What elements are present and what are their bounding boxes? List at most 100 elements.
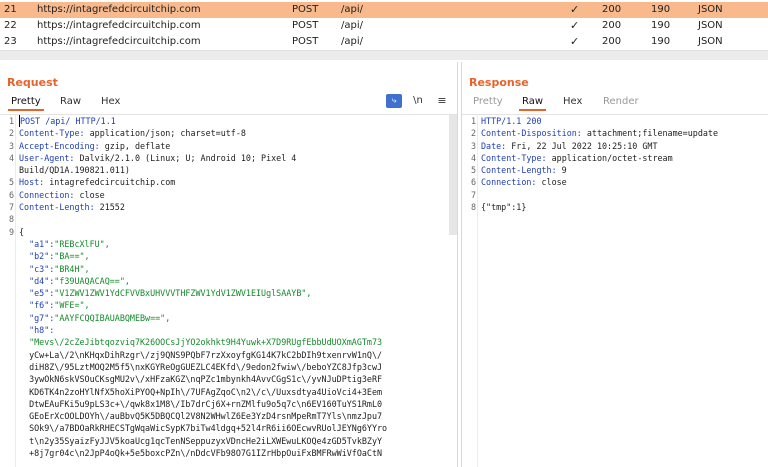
request-tab-pretty[interactable]: Pretty — [8, 96, 44, 111]
line-number: 1 — [470, 116, 476, 126]
code-key: Content-Type: — [19, 128, 85, 139]
code-line: 7 Content-Length: 21552 — [0, 201, 457, 213]
code-value: application/octet-stream — [546, 152, 673, 163]
code-key: Content-Length: — [19, 202, 95, 213]
code-line: 6 Connection: close — [462, 176, 768, 188]
line-number: 2 — [470, 128, 476, 139]
code-value: application/json; charset=utf-8 — [84, 128, 246, 139]
response-tab-render[interactable]: Render — [603, 96, 639, 107]
code-line: 9{ — [0, 226, 457, 238]
response-editor[interactable]: 1 HTTP/1.1 200 2 Content-Disposition: attac… — [462, 115, 768, 467]
code-key: POST /api/ HTTP/1.1 — [20, 116, 116, 126]
code-value: t\n2y35SyaizFyJJV5koaUcg1qcTenNSeppuzyxV… — [19, 435, 383, 446]
history-row[interactable]: 21 https://intagrefedcircuitchip.com POST /… — [0, 2, 768, 18]
line-number: 1 — [8, 116, 14, 126]
code-line: diH8Z\/95LztMOQ2M5f5\nxKGYReOgGUEZLC4EKf… — [0, 361, 457, 373]
response-tab-hex[interactable]: Hex — [563, 96, 582, 107]
line-number: 6 — [470, 177, 476, 188]
code-line: 2 Content-Disposition: attachment;filenam… — [462, 127, 768, 139]
code-value: "BA==", — [54, 251, 90, 262]
code-value: "BR4H", — [54, 263, 90, 274]
code-key: Connection: — [481, 177, 537, 188]
row-status: 200 — [602, 36, 622, 47]
code-value: Fri, 22 Jul 2022 10:25:10 GMT — [506, 140, 658, 151]
code-line: 8 — [0, 213, 457, 225]
code-line: "b2":"BA==", — [0, 250, 457, 262]
history-table: 21 https://intagrefedcircuitchip.com POST /… — [0, 0, 768, 50]
row-url: /api/ — [341, 4, 363, 15]
line-number: 3 — [470, 140, 476, 151]
code-line: yCw+La\/2\nKHqxDihRzgr\/zj9QNS9PQbF7rzXx… — [0, 349, 457, 361]
row-url: /api/ — [341, 20, 363, 31]
code-value: {"tmp":1} — [481, 202, 527, 213]
code-line: "d4":"f39UAQACAQ==", — [0, 275, 457, 287]
response-tab-raw[interactable]: Raw — [518, 96, 547, 111]
code-key: User-Agent: — [19, 152, 75, 163]
code-value: 3ywOkN6skVSOuCKsgMU2v\/xHFzaKGZ\nqPZc1mb… — [19, 374, 383, 385]
row-mime: JSON — [698, 36, 723, 47]
code-value: attachment;filename=update — [581, 128, 718, 139]
code-line: 3 Accept-Encoding: gzip, deflate — [0, 140, 457, 152]
code-line: +8j7gr04c\n2JpP4oQk+5e5boxcPZn\/nDdcVFb9… — [0, 447, 457, 459]
code-key: Host: — [19, 177, 45, 188]
row-number: 23 — [4, 36, 17, 47]
row-status: 200 — [602, 20, 622, 31]
row-method: POST — [292, 36, 319, 47]
history-scrollbar[interactable] — [0, 50, 768, 60]
request-tab-raw[interactable]: Raw — [60, 96, 81, 107]
code-line: 1 HTTP/1.1 200 — [462, 115, 768, 127]
response-tab-pretty[interactable]: Pretty — [473, 96, 503, 107]
code-value: yCw+La\/2\nKHqxDihRzgr\/zj9QNS9PQbF7rzXx… — [19, 349, 383, 360]
code-value: +8j7gr04c\n2JpP4oQk+5e5boxcPZn\/nDdcVFb9… — [19, 448, 383, 459]
code-value: DtwEAuFKi5u9pLS3c+\/qwk8x1M8\/Ib7drCj6X+… — [19, 398, 383, 409]
code-key: "d4": — [19, 275, 55, 286]
code-line: 2 Content-Type: application/json; charset… — [0, 127, 457, 139]
code-value: GEoErXcOOLDOYh\/auBbvQ5K5DBQCQl2V8N2WHwl… — [19, 411, 383, 422]
wrap-lines-icon[interactable]: ⤷ — [386, 94, 402, 108]
menu-icon[interactable]: ≡ — [434, 94, 450, 108]
line-number: 8 — [470, 202, 476, 213]
code-key: "e5": — [19, 288, 55, 299]
history-row[interactable]: 23 https://intagrefedcircuitchip.com POST /… — [0, 34, 768, 50]
request-tab-hex[interactable]: Hex — [101, 96, 120, 107]
code-key: "f6": — [19, 300, 55, 311]
code-value: "WFE=", — [54, 300, 90, 311]
code-line: 3ywOkN6skVSOuCKsgMU2v\/xHFzaKGZ\nqPZc1mb… — [0, 373, 457, 385]
row-number: 21 — [4, 4, 17, 15]
code-key: "h8": — [19, 325, 55, 336]
line-number: 5 — [470, 165, 476, 176]
row-host: https://intagrefedcircuitchip.com — [37, 4, 201, 15]
code-line: "Mevs\/2cZeJibtqozviq7K26OOCsJjYO2okhkt9… — [0, 336, 457, 348]
row-length: 190 — [651, 4, 671, 15]
code-key: "b2": — [19, 251, 55, 262]
row-host: https://intagrefedcircuitchip.com — [37, 36, 201, 47]
request-scrollbar[interactable] — [449, 115, 457, 235]
code-key: Content-Disposition: — [481, 128, 582, 139]
row-check-icon: ✓ — [570, 35, 580, 48]
line-number: 2 — [8, 128, 14, 139]
code-value: close — [74, 189, 105, 200]
code-line: t\n2y35SyaizFyJJV5koaUcg1qcTenNSeppuzyxV… — [0, 435, 457, 447]
request-pane: Request Pretty Raw Hex ⤷ \n ≡ 1 POST /api… — [0, 62, 458, 467]
row-check-icon: ✓ — [570, 3, 580, 16]
code-value: Dalvik/2.1.0 (Linux; U; Android 10; Pixe… — [74, 152, 297, 163]
show-newlines-icon[interactable]: \n — [410, 94, 426, 108]
line-number: 4 — [8, 152, 14, 163]
row-host: https://intagrefedcircuitchip.com — [37, 20, 201, 31]
code-value: "V1ZWV1ZWV1YdCFVVBxUHVVVTHFZWV1YdV1ZWV1E… — [54, 288, 312, 299]
code-line: "g7":"AAYFCQQIBAUABQMEBw==", — [0, 312, 457, 324]
code-key: Content-Length: — [481, 165, 557, 176]
code-key: HTTP/1.1 200 — [481, 116, 542, 126]
history-row[interactable]: 22 https://intagrefedcircuitchip.com POST /… — [0, 18, 768, 34]
code-line: 5 Content-Length: 9 — [462, 164, 768, 176]
row-number: 22 — [4, 20, 17, 31]
code-line: DtwEAuFKi5u9pLS3c+\/qwk8x1M8\/Ib7drCj6X+… — [0, 398, 457, 410]
row-method: POST — [292, 4, 319, 15]
request-editor[interactable]: 1 POST /api/ HTTP/1.1 2 Content-Type: appli… — [0, 115, 457, 467]
code-value: "f39UAQACAQ==", — [54, 275, 130, 286]
code-line: 7 — [462, 189, 768, 201]
code-value: gzip, deflate — [99, 140, 171, 151]
row-length: 190 — [651, 36, 671, 47]
code-line: "c3":"BR4H", — [0, 263, 457, 275]
code-value: "REBcXlFU", — [54, 238, 110, 249]
